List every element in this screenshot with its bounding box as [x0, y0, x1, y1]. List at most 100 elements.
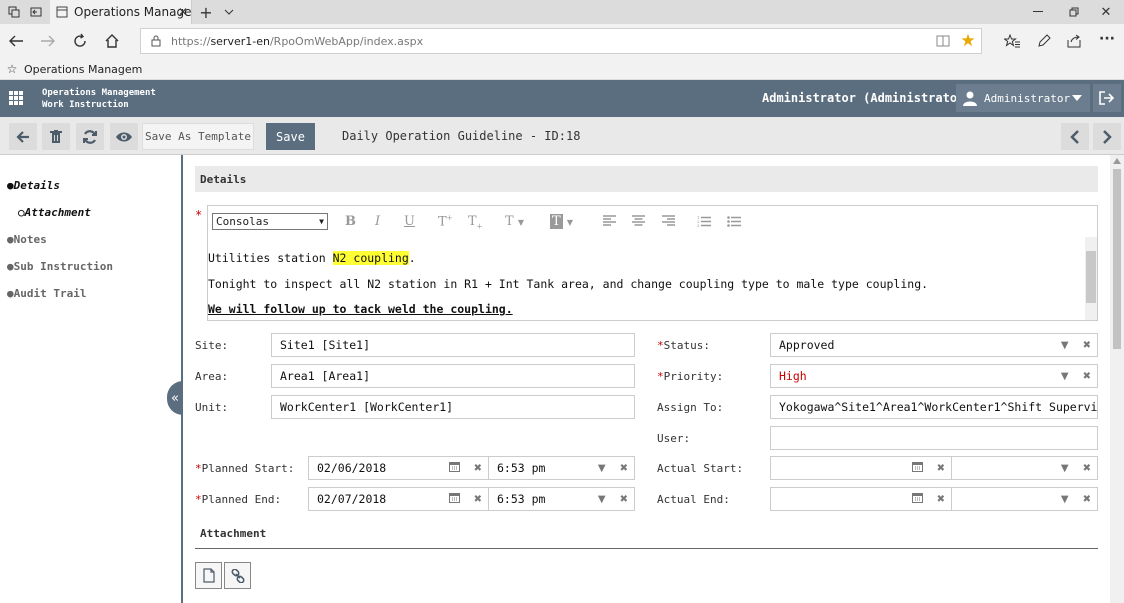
font-select[interactable]: Consolas ▼	[212, 213, 328, 230]
planned-end-time-value: 6:53 pm	[497, 492, 546, 506]
browser-tab[interactable]: Operations Managemer	[50, 0, 192, 24]
highlight-color-icon[interactable]: T ▼	[550, 214, 573, 229]
tab-list-icon[interactable]	[6, 4, 22, 20]
minimize-icon[interactable]	[1030, 4, 1046, 20]
priority-select[interactable]: High ▼ ✖	[770, 364, 1098, 388]
calendar-icon[interactable]	[448, 492, 460, 506]
chevron-down-icon[interactable]: ▼	[1061, 494, 1069, 505]
priority-label-text: Priority:	[663, 370, 724, 383]
unordered-list-icon[interactable]	[727, 215, 741, 231]
planned-start-date[interactable]: 02/06/2018 ✖	[308, 456, 489, 480]
user-menu-button[interactable]: Administrator	[956, 84, 1090, 112]
page-icon	[56, 6, 68, 18]
trash-icon[interactable]	[42, 123, 70, 150]
rich-text-editor[interactable]: Consolas ▼ B I U T+ T+ T ▼ T ▼ 123 Utili…	[207, 205, 1098, 321]
close-window-icon[interactable]: ✕	[1098, 4, 1114, 20]
user-field[interactable]	[770, 426, 1098, 450]
site-label: Site:	[195, 339, 229, 352]
calendar-icon[interactable]	[448, 461, 460, 475]
sidebar-item-attachment[interactable]: ○Attachment	[18, 206, 91, 219]
reading-view-icon[interactable]	[935, 34, 951, 48]
chevron-down-icon[interactable]: ▼	[598, 463, 606, 474]
planned-end-date[interactable]: 02/07/2018 ✖	[308, 487, 489, 511]
site-field[interactable]: Site1 [Site1]	[271, 333, 635, 357]
calendar-icon[interactable]	[911, 492, 923, 506]
file-icon[interactable]	[195, 562, 222, 589]
favorite-star-icon[interactable]: ★	[959, 31, 977, 51]
logout-icon[interactable]	[1093, 84, 1121, 112]
sidebar-item-audit-trail[interactable]: ●Audit Trail	[7, 287, 86, 300]
back-icon[interactable]	[6, 32, 26, 50]
clear-icon[interactable]: ✖	[468, 494, 482, 505]
italic-icon[interactable]: I	[375, 214, 380, 229]
assign-to-field[interactable]: Yokogawa^Site1^Area1^WorkCenter1^Shift S…	[770, 395, 1098, 419]
chevron-down-icon[interactable]: ▼	[1061, 340, 1069, 351]
clear-icon[interactable]: ✖	[1077, 463, 1091, 474]
clear-icon[interactable]: ✖	[1077, 494, 1091, 505]
forward-icon[interactable]	[38, 32, 58, 50]
editor-scrollbar[interactable]	[1085, 237, 1097, 320]
next-icon[interactable]	[1093, 123, 1121, 150]
refresh-page-icon[interactable]	[70, 32, 90, 50]
save-button[interactable]: Save	[266, 123, 315, 150]
tab-dropdown-icon[interactable]	[222, 4, 236, 20]
unit-field[interactable]: WorkCenter1 [WorkCenter1]	[271, 395, 635, 419]
scroll-up-icon[interactable]	[1113, 158, 1121, 164]
sidebar-item-label: Audit Trail	[13, 287, 87, 300]
set-aside-tabs-icon[interactable]	[28, 4, 44, 20]
eye-icon[interactable]	[110, 123, 138, 150]
prev-icon[interactable]	[1061, 123, 1089, 150]
sidebar-item-sub-instruction[interactable]: ●Sub Instruction	[7, 260, 113, 273]
clear-icon[interactable]: ✖	[931, 463, 945, 474]
pen-icon[interactable]	[1034, 32, 1054, 50]
page-scrollbar-thumb[interactable]	[1113, 169, 1121, 349]
link-icon[interactable]	[224, 562, 251, 589]
clear-icon[interactable]: ✖	[1077, 340, 1091, 351]
calendar-icon[interactable]	[911, 461, 923, 475]
url-input[interactable]: https://server1-en/RpoOmWebApp/index.asp…	[140, 28, 982, 54]
details-section-header: Details	[195, 166, 1098, 192]
grid-icon[interactable]	[8, 90, 24, 109]
refresh-icon[interactable]	[76, 123, 104, 150]
chevron-down-icon[interactable]: ▼	[1061, 371, 1069, 382]
home-icon[interactable]	[102, 32, 122, 50]
more-icon[interactable]: ···	[1096, 30, 1118, 48]
align-center-icon[interactable]	[632, 215, 645, 230]
bold-icon[interactable]: B	[345, 214, 356, 229]
editor-content[interactable]: Utilities station N2 coupling. Tonight t…	[208, 242, 1084, 320]
superscript-icon[interactable]: T+	[438, 214, 453, 229]
actual-start-date[interactable]: ✖	[770, 456, 952, 480]
clear-icon[interactable]: ✖	[931, 494, 945, 505]
underline-icon[interactable]: U	[404, 214, 415, 229]
align-left-icon[interactable]	[603, 215, 616, 230]
planned-start-time[interactable]: 6:53 pm ▼ ✖	[488, 456, 635, 480]
back-arrow-icon[interactable]	[9, 123, 37, 150]
ordered-list-icon[interactable]: 123	[697, 215, 711, 231]
clear-icon[interactable]: ✖	[614, 494, 628, 505]
align-right-icon[interactable]	[662, 215, 675, 230]
subscript-icon[interactable]: T+	[468, 214, 483, 231]
page-scrollbar[interactable]	[1110, 155, 1124, 603]
maximize-icon[interactable]	[1066, 4, 1082, 20]
chevron-down-icon[interactable]: ▼	[598, 494, 606, 505]
chevron-down-icon[interactable]: ▼	[1061, 463, 1069, 474]
planned-end-time[interactable]: 6:53 pm ▼ ✖	[488, 487, 635, 511]
favorites-icon[interactable]	[1002, 32, 1022, 50]
new-tab-icon[interactable]: +	[198, 3, 214, 22]
actual-end-time[interactable]: ▼ ✖	[951, 487, 1098, 511]
close-tab-icon[interactable]: ✕	[176, 4, 190, 20]
editor-scrollbar-thumb[interactable]	[1086, 251, 1096, 303]
clear-icon[interactable]: ✖	[1077, 371, 1091, 382]
status-select[interactable]: Approved ▼ ✖	[770, 333, 1098, 357]
favorite-item[interactable]: Operations Managem	[24, 63, 142, 76]
area-field[interactable]: Area1 [Area1]	[271, 364, 635, 388]
sidebar-item-details[interactable]: ●Details	[7, 179, 60, 192]
actual-start-time[interactable]: ▼ ✖	[951, 456, 1098, 480]
clear-icon[interactable]: ✖	[468, 463, 482, 474]
clear-icon[interactable]: ✖	[614, 463, 628, 474]
text-color-icon[interactable]: T ▼	[505, 214, 524, 229]
actual-end-date[interactable]: ✖	[770, 487, 952, 511]
save-as-template-button[interactable]: Save As Template	[142, 123, 254, 150]
sidebar-item-notes[interactable]: ●Notes	[7, 233, 47, 246]
share-icon[interactable]	[1064, 32, 1084, 50]
